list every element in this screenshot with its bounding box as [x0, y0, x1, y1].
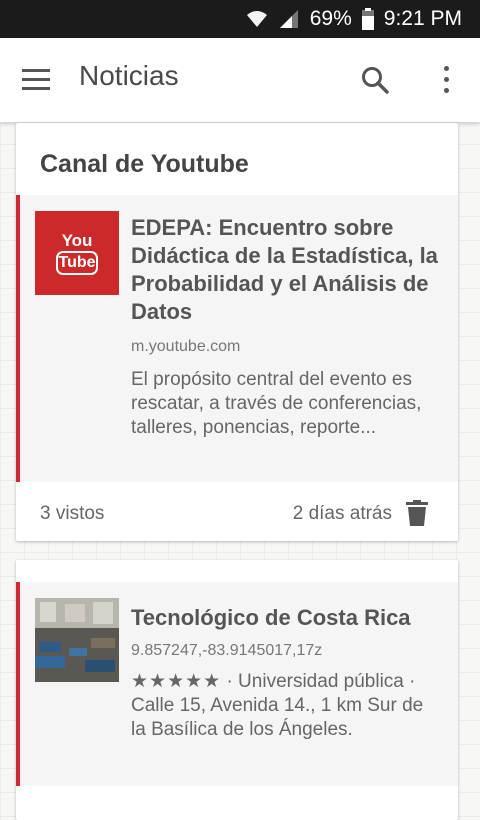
battery-percent: 69% — [309, 7, 352, 30]
link-preview[interactable]: Tecnológico de Costa Rica 9.857247,-83.9… — [16, 582, 458, 786]
preview-description: ★★★★★ · Universidad pública · Calle 15, … — [131, 670, 438, 742]
signal-icon — [278, 9, 300, 29]
menu-icon[interactable] — [22, 69, 50, 91]
star-rating: ★★★★★ — [131, 671, 222, 692]
views-count: 3 vistos — [40, 503, 105, 524]
preview-domain: 9.857247,-83.9145017,17z — [131, 642, 323, 659]
preview-domain: m.youtube.com — [131, 338, 241, 355]
preview-title: Tecnológico de Costa Rica — [131, 605, 411, 630]
wifi-icon — [246, 9, 268, 29]
page-title: Noticias — [79, 60, 179, 91]
place-thumbnail — [35, 598, 119, 682]
card-footer: 3 vistos 2 días atrás — [16, 483, 458, 541]
status-bar: 69% 9:21 PM — [0, 0, 480, 38]
post-date: 2 días atrás — [292, 503, 392, 524]
news-card-youtube: Canal de Youtube You Tube EDEPA: Encuent… — [16, 123, 458, 541]
youtube-logo-text-bottom: Tube — [56, 251, 98, 275]
card-header: Canal de Youtube — [40, 150, 249, 178]
preview-description: El propósito central del evento es resca… — [131, 369, 422, 438]
preview-text: Tecnológico de Costa Rica 9.857247,-83.9… — [131, 604, 438, 742]
battery-icon — [361, 8, 374, 30]
youtube-logo: You Tube — [35, 211, 119, 295]
app-bar: Noticias — [0, 38, 480, 122]
link-preview[interactable]: You Tube EDEPA: Encuentro sobre Didáctic… — [16, 195, 458, 482]
news-card-place: Tecnológico de Costa Rica 9.857247,-83.9… — [16, 560, 458, 820]
preview-text: EDEPA: Encuentro sobre Didáctica de la E… — [131, 214, 438, 440]
trash-icon[interactable] — [406, 500, 428, 526]
search-icon[interactable] — [360, 65, 392, 97]
more-vert-icon[interactable] — [436, 66, 456, 96]
clock: 9:21 PM — [383, 7, 462, 30]
preview-title: EDEPA: Encuentro sobre Didáctica de la E… — [131, 215, 438, 324]
youtube-logo-text-top: You — [61, 231, 93, 250]
